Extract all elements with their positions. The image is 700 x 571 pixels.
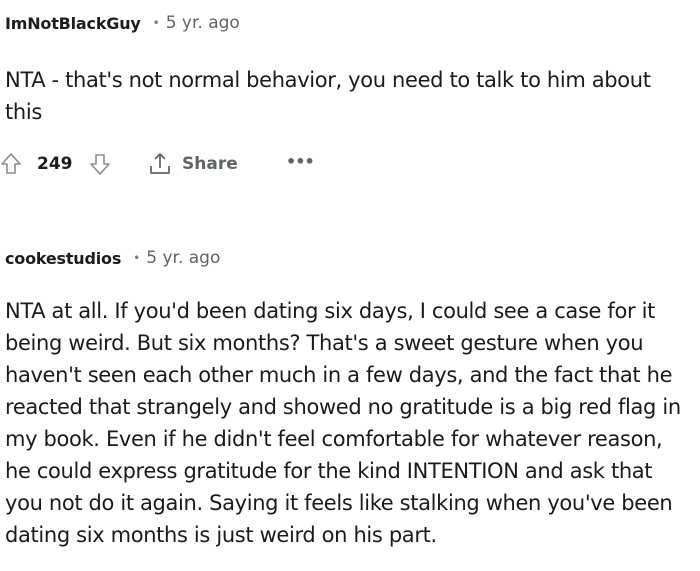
vote-score: 249 — [37, 154, 73, 174]
comment-meta: cookestudios • 5 yr. ago — [5, 245, 220, 271]
comment-body: NTA at all. If you'd been dating six day… — [5, 299, 681, 547]
comment-age[interactable]: 5 yr. ago — [146, 248, 220, 268]
share-button[interactable]: Share — [148, 150, 238, 178]
comment-age[interactable]: 5 yr. ago — [166, 13, 240, 33]
upvote-icon — [1, 153, 21, 174]
share-icon — [150, 153, 170, 174]
more-options-icon: ••• — [286, 152, 315, 171]
meta-separator: • — [133, 251, 141, 265]
meta-separator: • — [152, 16, 160, 30]
upvote-button[interactable] — [0, 152, 22, 176]
downvote-button[interactable] — [89, 152, 111, 176]
more-options-button[interactable]: ••• — [286, 152, 315, 172]
comment-author[interactable]: cookestudios — [5, 249, 121, 268]
downvote-icon — [90, 154, 110, 175]
comment-meta: ImNotBlackGuy • 5 yr. ago — [5, 10, 240, 36]
comment-body: NTA - that's not normal behavior, you ne… — [5, 68, 651, 124]
share-label: Share — [182, 154, 238, 174]
comment-actions: 249 Share ••• — [0, 148, 700, 180]
comment-author[interactable]: ImNotBlackGuy — [5, 14, 141, 33]
